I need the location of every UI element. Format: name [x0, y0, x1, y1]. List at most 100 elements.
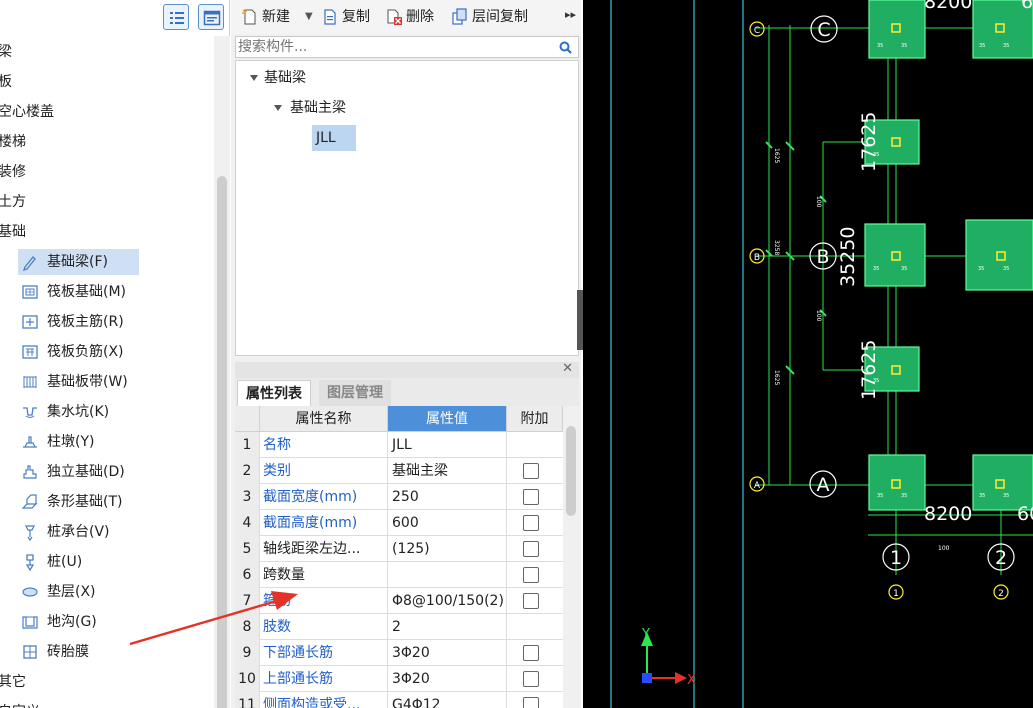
pile-cap-icon [25, 525, 35, 541]
tree-item[interactable]: 独立基础(D) [18, 459, 157, 485]
property-extra-cell [507, 510, 563, 536]
property-value[interactable]: 2 [388, 614, 507, 640]
tab-layer-management[interactable]: 图层管理 [319, 380, 391, 406]
collapse-icon[interactable] [274, 105, 282, 111]
axis-label-a: A [817, 474, 830, 496]
axis-label-c: C [817, 19, 830, 41]
extra-checkbox[interactable] [523, 489, 539, 505]
property-value[interactable]: 基础主梁 [388, 458, 507, 484]
tab-property-list[interactable]: 属性列表 [237, 380, 311, 406]
tree-item[interactable]: 自定义 [0, 699, 40, 708]
tree-item[interactable]: 垫层(X) [18, 579, 127, 605]
tree-item[interactable]: 筏板负筋(X) [18, 339, 157, 365]
floor-copy-button[interactable]: 层间复制 [451, 6, 541, 28]
list-view-button[interactable] [163, 4, 189, 30]
property-extra-cell [507, 562, 563, 588]
extra-checkbox[interactable] [523, 567, 539, 583]
svg-text:35: 35 [901, 493, 907, 499]
tree-item-label: 基础梁(F) [47, 254, 108, 270]
new-document-icon [242, 9, 256, 25]
toolbar-overflow-icon[interactable]: ▸▸ [565, 8, 576, 21]
tree-scrollbar-thumb[interactable] [217, 176, 227, 708]
svg-text:35: 35 [978, 266, 984, 272]
property-value[interactable]: 250 [388, 484, 507, 510]
property-row[interactable]: 4 截面高度(mm) 600 [235, 510, 563, 536]
extra-checkbox[interactable] [523, 463, 539, 479]
property-value[interactable] [388, 562, 507, 588]
tree-item[interactable]: 地沟(G) [18, 609, 127, 635]
property-name: 下部通长筋 [260, 640, 388, 666]
row-number-header [235, 406, 260, 432]
property-row[interactable]: 10 上部通长筋 3Φ20 [235, 666, 563, 692]
list-item-jll[interactable]: JLL [312, 125, 356, 151]
tree-item[interactable]: 桩承台(V) [18, 519, 142, 545]
property-row[interactable]: 6 跨数量 [235, 562, 563, 588]
tree-item[interactable]: 板 [0, 69, 12, 95]
extra-checkbox[interactable] [523, 671, 539, 687]
delete-button[interactable]: 删除 [385, 6, 445, 28]
property-grid-scrollbar-thumb[interactable] [566, 426, 576, 516]
extra-checkbox[interactable] [523, 515, 539, 531]
property-grid-scrollbar[interactable] [563, 406, 579, 708]
isolated-footing-icon [23, 465, 37, 479]
dimension-top-2: 6 [1021, 0, 1033, 13]
row-number: 10 [235, 666, 260, 692]
extra-checkbox[interactable] [523, 541, 539, 557]
copy-button[interactable]: 复制 [321, 6, 381, 28]
tree-item[interactable]: 装修 [0, 159, 26, 185]
brick-mold-icon [23, 645, 37, 659]
tree-item[interactable]: 基础板带(W) [18, 369, 157, 395]
property-value[interactable]: 3Φ20 [388, 640, 507, 666]
extra-checkbox[interactable] [523, 645, 539, 661]
search-input[interactable] [238, 38, 548, 56]
property-value[interactable]: 600 [388, 510, 507, 536]
tree-item[interactable]: 空心楼盖 [0, 99, 54, 125]
search-icon[interactable] [559, 41, 572, 54]
property-row[interactable]: 8 肢数 2 [235, 614, 563, 640]
tree-item-label: 条形基础(T) [47, 494, 123, 510]
new-dropdown-icon[interactable]: ▼ [305, 6, 313, 28]
property-value[interactable]: 3Φ20 [388, 666, 507, 692]
tree-item-label: 柱墩(Y) [47, 434, 95, 450]
property-row[interactable]: 9 下部通长筋 3Φ20 [235, 640, 563, 666]
property-value[interactable]: JLL [388, 432, 507, 458]
tree-item[interactable]: 集水坑(K) [18, 399, 142, 425]
property-row[interactable]: 11 侧面构造或受... G4Φ12 [235, 692, 563, 708]
property-extra-cell [507, 588, 563, 614]
property-row[interactable]: 7 箍筋 Φ8@100/150(2) [235, 588, 563, 614]
cad-drawing-canvas[interactable]: 1625 3258 1625 100 100 100 35 35 35 35 3… [583, 0, 1033, 708]
cushion-layer-icon [22, 587, 38, 597]
tree-item[interactable]: 梁 [0, 39, 12, 65]
extra-checkbox[interactable] [523, 697, 539, 708]
property-value[interactable]: (125) [388, 536, 507, 562]
tree-item[interactable]: 土方 [0, 189, 26, 215]
tree-item-label: 集水坑(K) [47, 404, 110, 420]
property-row[interactable]: 3 截面宽度(mm) 250 [235, 484, 563, 510]
close-icon[interactable]: ✕ [562, 361, 573, 376]
extra-checkbox[interactable] [523, 593, 539, 609]
property-row[interactable]: 5 轴线距梁左边... (125) [235, 536, 563, 562]
tree-item[interactable]: 筏板基础(M) [18, 279, 157, 305]
floor-copy-icon [452, 8, 467, 25]
detail-view-button[interactable] [198, 4, 224, 30]
tree-item[interactable]: 桩(U) [18, 549, 112, 575]
tree-item[interactable]: 楼梯 [0, 129, 26, 155]
panel-splitter[interactable]: ✕ [235, 361, 579, 378]
svg-text:35: 35 [901, 266, 907, 272]
new-button[interactable]: 新建 ▼ [241, 6, 321, 28]
copy-button-label: 复制 [342, 9, 370, 25]
property-value[interactable]: G4Φ12 [388, 692, 507, 708]
property-row[interactable]: 2 类别 基础主梁 [235, 458, 563, 484]
tree-item[interactable]: 其它 [0, 669, 26, 695]
tree-item[interactable]: 筏板主筋(R) [18, 309, 157, 335]
tree-item[interactable]: 条形基础(T) [18, 489, 157, 515]
foundation-blocks [864, 0, 1033, 511]
tree-scrollbar[interactable] [214, 36, 230, 708]
tree-item[interactable]: 砖胎膜 [18, 639, 97, 665]
property-row[interactable]: 1 名称 JLL [235, 432, 563, 458]
tree-item[interactable]: 柱墩(Y) [18, 429, 127, 455]
collapse-icon[interactable] [250, 75, 258, 81]
tree-item[interactable]: 基础梁(F) [18, 249, 139, 275]
tree-item[interactable]: 基础 [0, 219, 26, 245]
property-value[interactable]: Φ8@100/150(2) [388, 588, 507, 614]
